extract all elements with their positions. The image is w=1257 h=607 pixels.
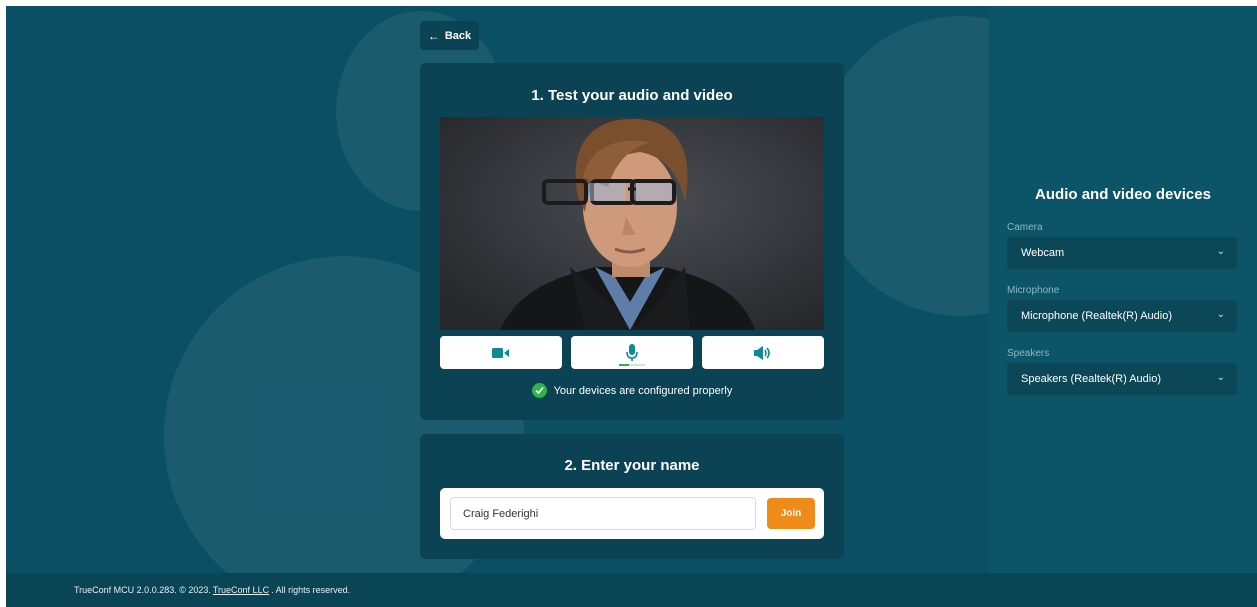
test-section-title: 1. Test your audio and video: [531, 87, 733, 104]
speaker-toggle-button[interactable]: [702, 336, 824, 369]
speakers-select-value: Speakers (Realtek(R) Audio): [1021, 373, 1162, 385]
back-label: Back: [444, 29, 472, 42]
microphone-level-meter: [619, 364, 645, 366]
name-form: Join: [440, 488, 824, 539]
footer-version-text: TrueConf MCU 2.0.0.283. © 2023.: [74, 585, 211, 595]
webcam-person-image: [440, 117, 824, 330]
microphone-icon: [626, 343, 638, 361]
microphone-label: Microphone: [1007, 285, 1060, 296]
footer: TrueConf MCU 2.0.0.283. © 2023. TrueConf…: [6, 573, 1257, 607]
device-status: Your devices are configured properly: [420, 383, 844, 398]
camera-select[interactable]: Webcam ⌄: [1007, 237, 1237, 269]
chevron-down-icon: ⌄: [1216, 246, 1225, 257]
speaker-icon: [754, 345, 770, 360]
chevron-down-icon: ⌄: [1216, 309, 1225, 320]
camera-select-value: Webcam: [1021, 247, 1065, 259]
chevron-down-icon: ⌄: [1216, 372, 1225, 383]
check-circle-icon: [531, 383, 547, 398]
camera-icon: [492, 347, 509, 358]
devices-panel: Audio and video devices Camera Webcam ⌄ …: [989, 6, 1257, 573]
camera-toggle-button[interactable]: [440, 336, 562, 369]
join-button[interactable]: Join: [767, 498, 815, 529]
microphone-level-fill: [619, 364, 630, 366]
name-input[interactable]: [450, 497, 756, 530]
name-section-title: 2. Enter your name: [564, 457, 700, 474]
back-button[interactable]: ← Back: [420, 21, 479, 50]
camera-label: Camera: [1007, 222, 1043, 233]
company-link[interactable]: TrueConf LLC: [213, 585, 269, 595]
enter-name-card: 2. Enter your name Join: [420, 434, 844, 559]
status-text: Your devices are configured properly: [553, 384, 733, 397]
microphone-select[interactable]: Microphone (Realtek(R) Audio) ⌄: [1007, 300, 1237, 332]
microphone-toggle-button[interactable]: [571, 336, 693, 369]
speakers-label: Speakers: [1007, 348, 1050, 359]
arrow-left-icon: ←: [427, 28, 440, 43]
test-audio-video-card: 1. Test your audio and video Your device…: [420, 63, 844, 420]
footer-rights-text: . All rights reserved.: [271, 585, 351, 595]
speakers-select[interactable]: Speakers (Realtek(R) Audio) ⌄: [1007, 363, 1237, 395]
app-window: Audio and video devices Camera Webcam ⌄ …: [6, 6, 1257, 607]
video-preview: [440, 117, 824, 330]
devices-title: Audio and video devices: [1035, 186, 1211, 203]
microphone-select-value: Microphone (Realtek(R) Audio): [1021, 310, 1173, 322]
